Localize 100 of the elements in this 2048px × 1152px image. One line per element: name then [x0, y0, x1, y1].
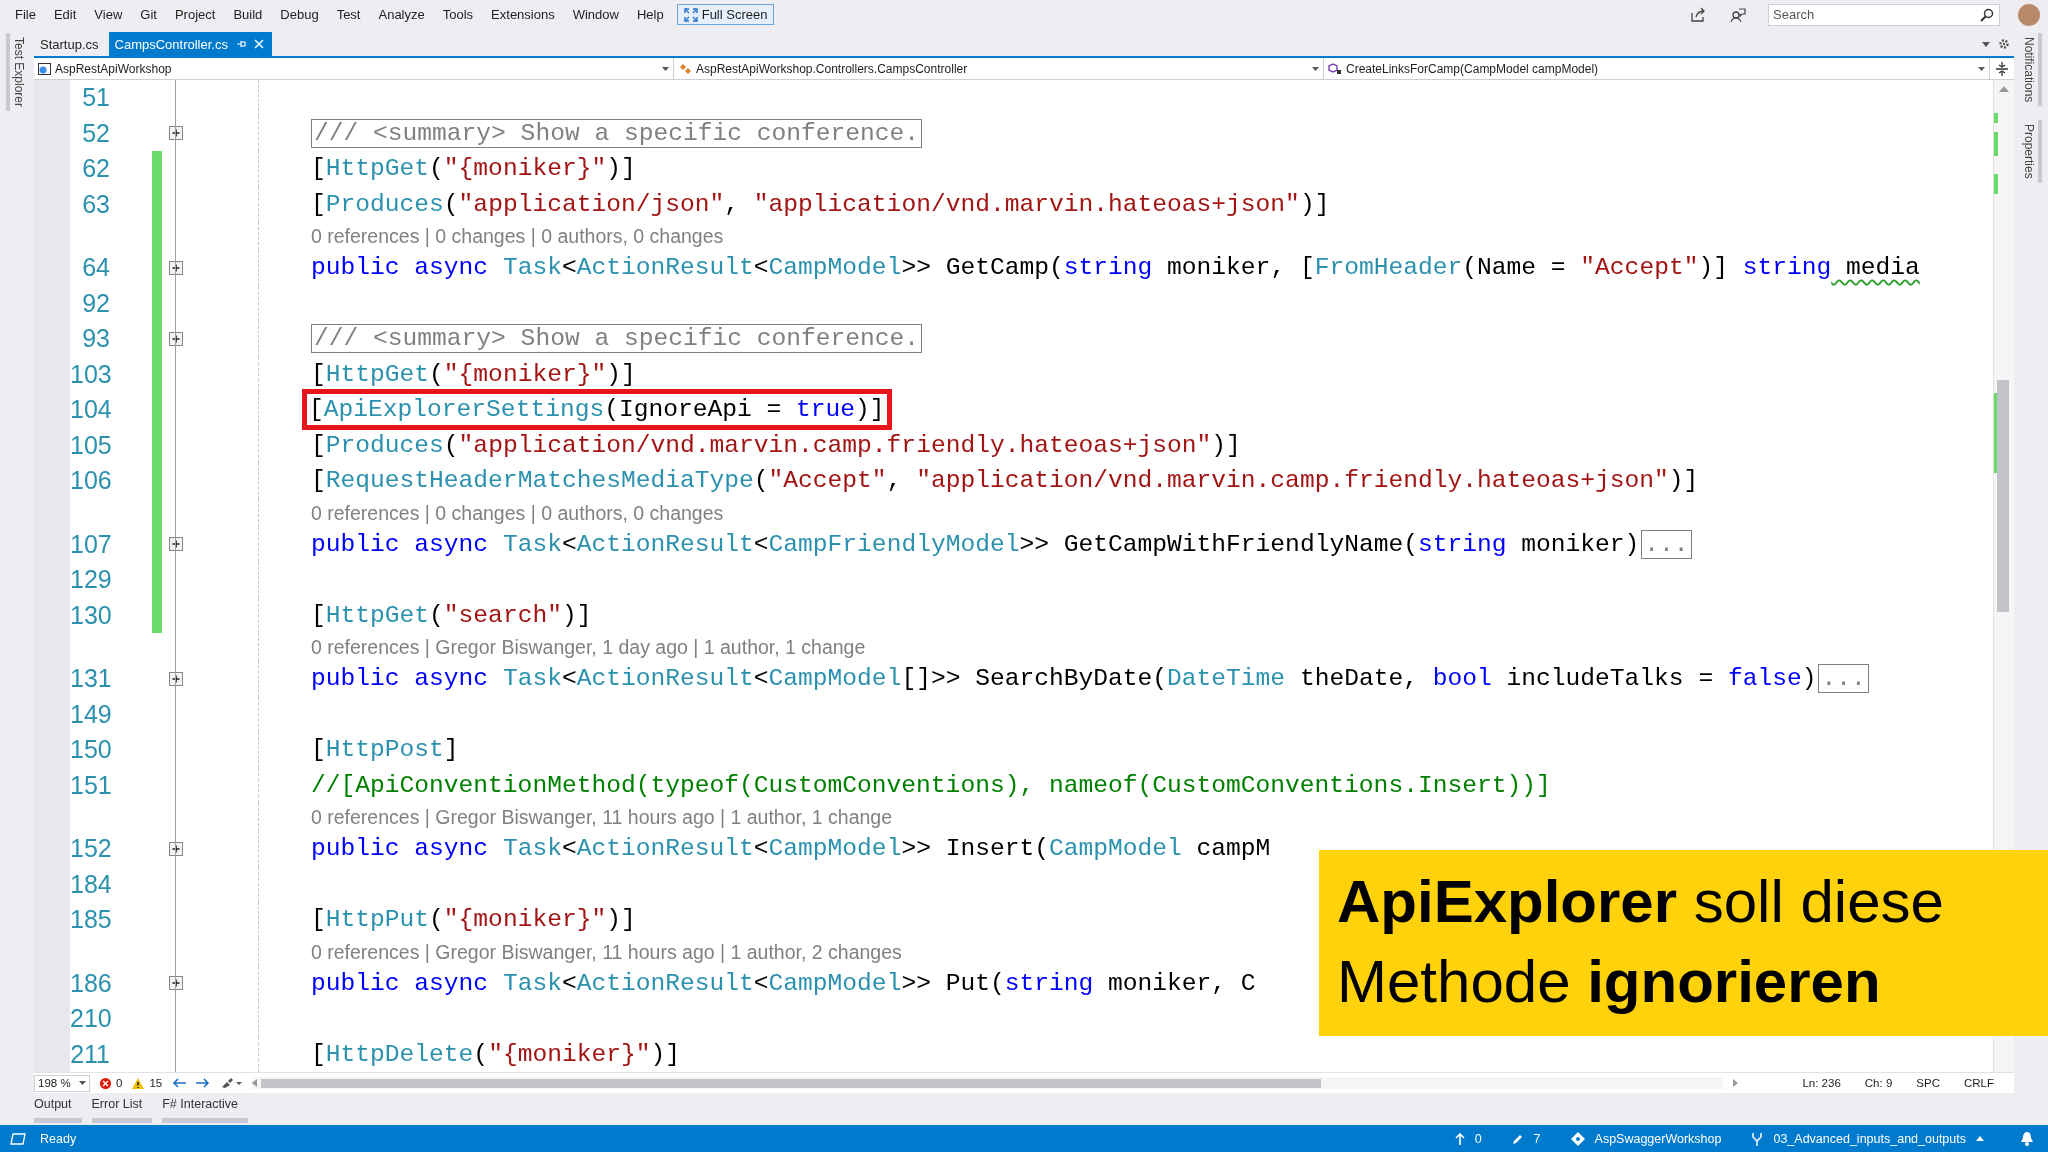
project-dropdown[interactable]: AspRestApiWorkshop — [34, 58, 674, 79]
split-icon[interactable] — [1996, 61, 2008, 76]
codelens-text[interactable]: 0 references | Gregor Biswanger, 11 hours ago | 1 author, 2 changes — [311, 937, 902, 966]
menu-item[interactable]: Build — [224, 4, 272, 25]
scroll-thumb[interactable] — [1997, 380, 2009, 612]
expand-icon[interactable] — [169, 260, 183, 275]
menu-item[interactable]: Extensions — [482, 4, 564, 25]
cursor-column[interactable]: Ch: 9 — [1864, 1077, 1893, 1089]
scroll-thumb[interactable] — [261, 1078, 1322, 1088]
line-number: 184 — [70, 868, 110, 900]
code-line: //[ApiConventionMethod(typeof(CustomConventions), nameof(CustomConventions.Insert))] — [311, 770, 1551, 801]
scroll-right-icon[interactable] — [1733, 1079, 1739, 1087]
line-number: 52 — [81, 117, 110, 149]
expand-icon[interactable] — [169, 126, 183, 141]
line-number: 63 — [81, 188, 110, 220]
line-number: 93 — [81, 323, 110, 354]
status-text: Ready — [40, 1131, 77, 1146]
document-tab[interactable]: CampsController.cs — [108, 32, 272, 56]
search-field[interactable]: Search — [1768, 3, 2000, 26]
feedback-icon[interactable] — [1730, 6, 1746, 23]
upload-arrow-icon[interactable] — [1454, 1132, 1465, 1145]
line-number: 151 — [70, 769, 110, 801]
code-line: public async Task<ActionResult<CampModel>> Put(string moniker, C — [311, 968, 1256, 999]
codelens-text[interactable]: 0 references | Gregor Biswanger, 1 day ago | 1 author, 1 change — [311, 633, 866, 661]
line-number: 64 — [81, 252, 110, 283]
menu-item[interactable]: Analyze — [369, 4, 434, 25]
indent-mode[interactable]: SPC — [1916, 1077, 1940, 1089]
error-count[interactable]: 0 — [116, 1077, 123, 1089]
full-screen-button[interactable]: Full Screen — [676, 4, 775, 25]
line-number: 105 — [70, 429, 110, 461]
error-icon[interactable] — [100, 1077, 111, 1089]
line-number: 131 — [70, 663, 110, 694]
warning-count[interactable]: 15 — [149, 1077, 163, 1089]
share-icon[interactable] — [1690, 6, 1706, 23]
menu-item[interactable]: Tools — [433, 4, 483, 25]
code-line: public async Task<ActionResult<CampModel[]>> SearchByDate(DateTime theDate, bool includeTalks = false) ... — [311, 663, 1869, 695]
warning-icon[interactable] — [132, 1077, 145, 1089]
branch-icon[interactable] — [1751, 1131, 1764, 1146]
codelens-text[interactable]: 0 references | Gregor Biswanger, 11 hours ago | 1 author, 1 change — [311, 803, 893, 831]
cursor-line[interactable]: Ln: 236 — [1802, 1077, 1841, 1089]
avatar[interactable] — [2018, 3, 2040, 26]
pin-icon[interactable] — [235, 39, 246, 49]
type-dropdown[interactable]: AspRestApiWorkshop.Controllers.CampsController — [674, 58, 1324, 79]
menu-item[interactable]: File — [6, 4, 45, 25]
window-icon — [10, 1132, 26, 1145]
line-number: 152 — [70, 833, 110, 864]
line-number: 211 — [70, 1038, 110, 1070]
menu-item[interactable]: Project — [165, 4, 225, 25]
brush-icon[interactable] — [220, 1077, 243, 1089]
expand-icon[interactable] — [169, 671, 183, 686]
caret-up-icon[interactable] — [1976, 1136, 1984, 1141]
line-number: 186 — [70, 967, 110, 999]
horizontal-scrollbar[interactable] — [252, 1077, 1724, 1089]
menu-item[interactable]: View — [85, 4, 132, 25]
side-tab[interactable]: Test Explorer — [6, 33, 28, 112]
scroll-up-icon[interactable] — [1999, 86, 2009, 92]
code-line: [HttpPut("{moniker}")] — [311, 905, 636, 936]
line-number: 51 — [81, 82, 110, 113]
menu-item[interactable]: Git — [131, 4, 166, 25]
codelens-text[interactable]: 0 references | 0 changes | 0 authors, 0 changes — [311, 498, 724, 527]
repository-icon[interactable] — [1570, 1131, 1585, 1146]
codelens-text[interactable]: 0 references | 0 changes | 0 authors, 0 changes — [311, 222, 724, 250]
line-ending[interactable]: CRLF — [1963, 1077, 1994, 1089]
caret-icon[interactable] — [1982, 41, 1990, 47]
side-tab[interactable]: Notifications — [2020, 33, 2042, 107]
line-number: 130 — [70, 599, 110, 631]
expand-icon[interactable] — [169, 841, 183, 856]
line-number: 103 — [70, 358, 110, 390]
menu-item[interactable]: Debug — [271, 4, 328, 25]
pending-count[interactable]: 0 — [1474, 1131, 1482, 1146]
menu-item[interactable]: Help — [627, 4, 673, 25]
forward-arrow-icon[interactable] — [196, 1078, 211, 1088]
zoom-dropdown[interactable]: 198 % — [34, 1074, 90, 1092]
edit-count[interactable]: 7 — [1533, 1131, 1541, 1146]
expand-icon[interactable] — [169, 331, 183, 346]
method-icon — [1328, 62, 1342, 75]
line-number: 150 — [70, 734, 110, 765]
expand-icon[interactable] — [169, 537, 183, 552]
branch-name[interactable]: 03_Advanced_inputs_and_outputs — [1773, 1131, 1966, 1146]
bell-icon[interactable] — [2020, 1131, 2034, 1146]
menu-item[interactable]: Edit — [44, 4, 86, 25]
code-line: public async Task<ActionResult<CampModel>> GetCamp(string moniker, [FromHeader(Name = "Accept")] string media — [311, 253, 1920, 284]
back-arrow-icon[interactable] — [172, 1078, 187, 1088]
menu-item[interactable]: Test — [327, 4, 370, 25]
code-line: [Produces("application/vnd.marvin.camp.friendly.hateoas+json")] — [311, 430, 1241, 461]
document-tab[interactable]: Startup.cs — [34, 32, 107, 56]
member-dropdown[interactable]: CreateLinksForCamp(CampModel campModel) — [1324, 58, 1990, 79]
repository-name[interactable]: AspSwaggerWorkshop — [1594, 1131, 1722, 1146]
code-line: [HttpGet("{moniker}")] — [311, 359, 636, 390]
menu-item[interactable]: Window — [563, 4, 628, 25]
code-line: [HttpGet("{moniker}")] — [311, 154, 636, 185]
scroll-left-icon[interactable] — [252, 1079, 258, 1087]
close-icon[interactable] — [253, 39, 264, 49]
pencil-icon[interactable] — [1511, 1132, 1524, 1145]
line-number: 149 — [70, 698, 110, 730]
expand-icon[interactable] — [169, 976, 183, 991]
line-number: 104 — [70, 394, 110, 425]
side-tab[interactable]: Properties — [2020, 120, 2042, 184]
code-line: [RequestHeaderMatchesMediaType("Accept", "application/vnd.marvin.camp.friendly.hateoas+json")] — [311, 466, 1699, 497]
settings-icon[interactable] — [1998, 38, 2010, 50]
